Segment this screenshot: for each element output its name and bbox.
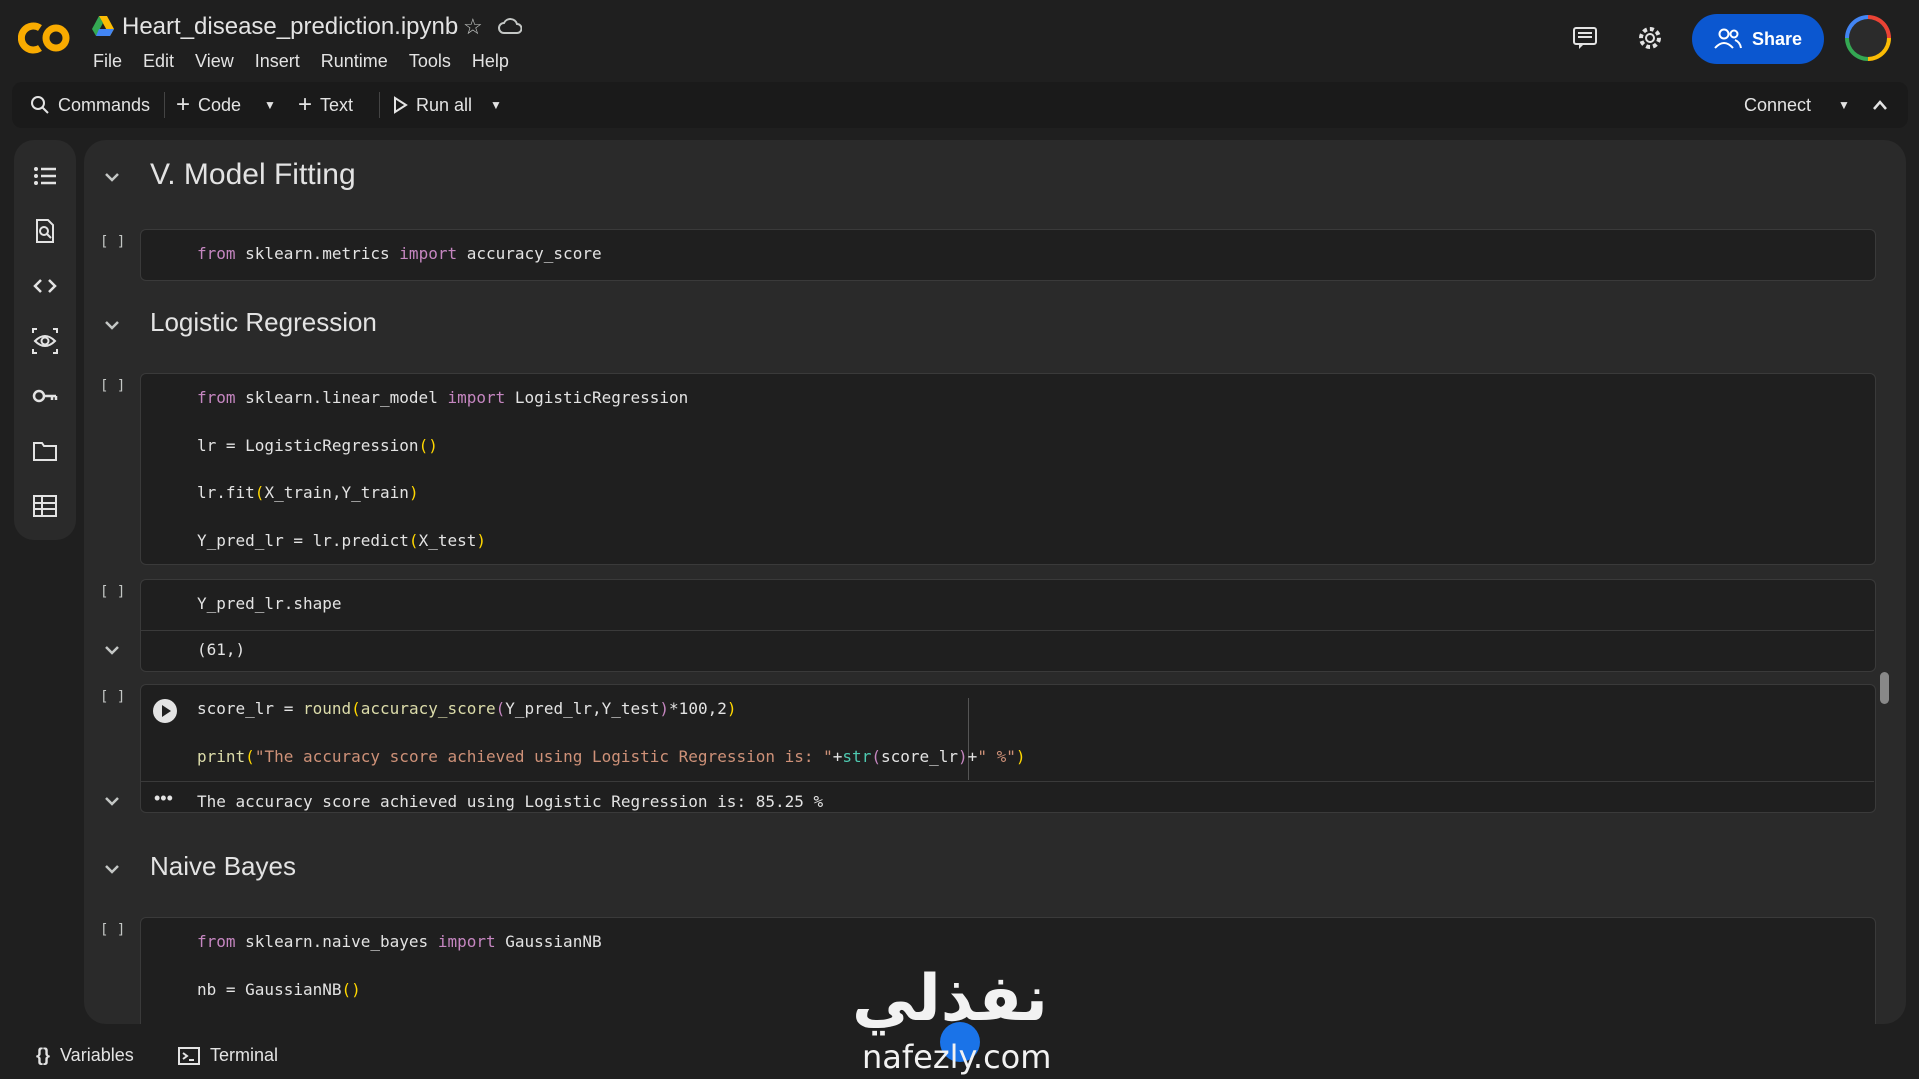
commands-label: Commands bbox=[58, 94, 151, 115]
chevron-up-icon bbox=[1873, 100, 1887, 110]
notebook-area: V. Model Fitting [ ] from sklearn.metric… bbox=[84, 140, 1906, 1024]
search-icon bbox=[31, 96, 49, 114]
chevron-down-icon[interactable] bbox=[102, 859, 122, 879]
watermark: نفذلي nafezly.com bbox=[850, 962, 1070, 1078]
menu-runtime[interactable]: Runtime bbox=[321, 51, 388, 72]
terminal-button[interactable]: Terminal bbox=[178, 1045, 278, 1066]
menu-insert[interactable]: Insert bbox=[255, 51, 300, 72]
folder-icon[interactable] bbox=[31, 437, 59, 465]
cell-execution-count: [ ] bbox=[100, 378, 126, 394]
terminal-label: Terminal bbox=[210, 1045, 279, 1065]
chevron-down-icon[interactable] bbox=[102, 315, 122, 335]
code-line: Y_pred_lr = lr.predict(X_test) bbox=[197, 531, 486, 550]
share-label: Share bbox=[1751, 28, 1803, 49]
menu-help[interactable]: Help bbox=[472, 51, 509, 72]
add-text-button[interactable]: + Text bbox=[298, 82, 353, 128]
code-line: Y_pred_lr.shape bbox=[197, 594, 342, 613]
connect-button[interactable]: Connect bbox=[1744, 82, 1811, 128]
key-icon[interactable] bbox=[31, 382, 59, 410]
section-heading: Logistic Regression bbox=[150, 307, 377, 337]
connect-label: Connect bbox=[1744, 94, 1812, 115]
caret-down-icon: ▼ bbox=[490, 98, 502, 112]
connect-dropdown-button[interactable]: ▼ bbox=[1838, 82, 1850, 128]
colab-logo[interactable] bbox=[18, 20, 74, 56]
cell-execution-count: [ ] bbox=[100, 922, 126, 938]
variables-label: Variables bbox=[60, 1045, 134, 1065]
toolbar: Commands + Code ▼ + Text Run all ▼ Conne… bbox=[12, 82, 1908, 128]
section-heading: V. Model Fitting bbox=[150, 158, 356, 191]
header: Heart_disease_prediction.ipynb ☆ File Ed… bbox=[0, 0, 1919, 80]
table-icon[interactable] bbox=[31, 492, 59, 520]
run-cell-icon[interactable] bbox=[152, 698, 178, 724]
code-label: Code bbox=[198, 94, 242, 115]
cell-execution-count: [ ] bbox=[100, 689, 126, 705]
google-drive-icon[interactable] bbox=[92, 16, 114, 36]
left-sidebar bbox=[14, 140, 76, 540]
menu-bar: File Edit View Insert Runtime Tools Help bbox=[93, 51, 530, 72]
code-line: print("The accuracy score achieved using… bbox=[197, 747, 1026, 766]
code-line: from sklearn.metrics import accuracy_sco… bbox=[197, 244, 602, 263]
share-button[interactable]: Share bbox=[1692, 14, 1824, 64]
comment-icon[interactable] bbox=[1571, 24, 1599, 52]
more-output-icon[interactable]: ••• bbox=[154, 788, 173, 809]
watermark-url: nafezly.com bbox=[862, 1038, 1052, 1076]
run-all-dropdown-button[interactable]: ▼ bbox=[490, 82, 502, 128]
code-line: lr = LogisticRegression() bbox=[197, 436, 438, 455]
caret-down-icon: ▼ bbox=[1838, 98, 1850, 112]
cell-execution-count: [ ] bbox=[100, 584, 126, 600]
code-dropdown-button[interactable]: ▼ bbox=[264, 82, 276, 128]
plus-icon: + bbox=[176, 91, 191, 118]
play-icon bbox=[394, 96, 408, 114]
code-line: lr.fit(X_train,Y_train) bbox=[197, 483, 419, 502]
terminal-icon bbox=[178, 1046, 200, 1065]
menu-tools[interactable]: Tools bbox=[409, 51, 451, 72]
code-line: from sklearn.naive_bayes import Gaussian… bbox=[197, 932, 602, 951]
star-icon[interactable]: ☆ bbox=[463, 14, 483, 40]
cell-execution-count: [ ] bbox=[100, 234, 126, 250]
collapse-toolbar-button[interactable] bbox=[1872, 82, 1888, 128]
cell-output: The accuracy score achieved using Logist… bbox=[197, 792, 824, 811]
code-snippets-icon[interactable] bbox=[31, 272, 59, 300]
code-line: nb = GaussianNB() bbox=[197, 980, 361, 999]
avatar[interactable] bbox=[1845, 15, 1891, 61]
braces-icon: {} bbox=[36, 1045, 51, 1065]
cell-output: (61,) bbox=[197, 640, 246, 659]
text-label: Text bbox=[320, 94, 354, 115]
menu-view[interactable]: View bbox=[195, 51, 234, 72]
cloud-saved-icon[interactable] bbox=[498, 16, 522, 36]
run-all-button[interactable]: Run all bbox=[392, 82, 472, 128]
chevron-down-icon[interactable] bbox=[102, 167, 122, 187]
caret-down-icon: ▼ bbox=[264, 98, 276, 112]
plus-icon: + bbox=[298, 91, 313, 118]
menu-file[interactable]: File bbox=[93, 51, 122, 72]
find-replace-icon[interactable] bbox=[31, 217, 59, 245]
commands-button[interactable]: Commands bbox=[30, 82, 150, 128]
code-line: score_lr = round(accuracy_score(Y_pred_l… bbox=[197, 699, 737, 718]
table-of-contents-icon[interactable] bbox=[31, 162, 59, 190]
add-code-button[interactable]: + Code bbox=[176, 82, 241, 128]
variables-button[interactable]: {} Variables bbox=[36, 1045, 134, 1066]
chevron-down-icon[interactable] bbox=[102, 640, 122, 660]
people-icon bbox=[1714, 28, 1742, 49]
code-line: from sklearn.linear_model import Logisti… bbox=[197, 388, 689, 407]
section-heading: Naive Bayes bbox=[150, 851, 296, 881]
run-all-label: Run all bbox=[416, 94, 473, 115]
scrollbar[interactable] bbox=[1880, 672, 1889, 704]
code-cell[interactable] bbox=[140, 579, 1876, 672]
variable-inspector-icon[interactable] bbox=[31, 327, 59, 355]
menu-edit[interactable]: Edit bbox=[143, 51, 174, 72]
gear-icon[interactable] bbox=[1636, 24, 1664, 52]
chevron-down-icon[interactable] bbox=[102, 791, 122, 811]
notebook-title[interactable]: Heart_disease_prediction.ipynb bbox=[122, 13, 458, 41]
